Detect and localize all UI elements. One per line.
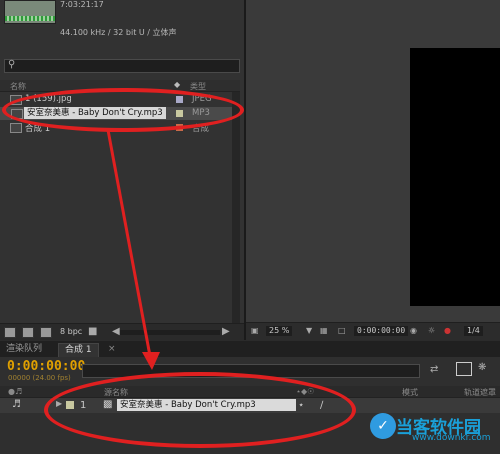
motion-blur-icon[interactable]: ❋ — [478, 362, 486, 373]
project-scrollbar[interactable] — [232, 92, 240, 324]
composition-icon — [10, 123, 22, 133]
new-composition-icon[interactable] — [40, 327, 52, 338]
label-tag-icon: ◆ — [174, 80, 181, 89]
timeline-search-input[interactable] — [82, 364, 420, 378]
horizontal-scrollbar[interactable] — [120, 330, 220, 335]
tab-render-queue[interactable]: 渲染队列 — [6, 343, 42, 356]
frame-rate-info: 00000 (24.00 fps) — [8, 374, 71, 382]
shy-switch-icon[interactable]: ⋆ — [298, 400, 304, 411]
viewer-footer: ▣ 25 % ▼ ▦ □ 0:00:00:00 ◉ ☼ ● 1/4 — [246, 322, 500, 340]
camera-icon[interactable]: ◉ — [410, 326, 417, 336]
switches-icon[interactable]: ⋆◆☉ — [296, 387, 314, 396]
close-icon[interactable]: × — [108, 343, 116, 356]
column-source-name[interactable]: 源名称 — [104, 387, 128, 398]
column-name[interactable]: 名称 — [10, 81, 26, 92]
scroll-right-icon[interactable]: ▶ — [222, 326, 230, 337]
timeline-tab-bar: 渲染队列 合成 1 × — [0, 341, 500, 358]
watermark-url: www.downkr.com — [412, 433, 491, 443]
label-color-swatch[interactable] — [176, 124, 183, 131]
column-mode[interactable]: 模式 — [402, 387, 418, 398]
quality-switch-icon[interactable]: ∕ — [320, 400, 323, 411]
item-name: 1 (159).jpg — [25, 94, 72, 104]
footage-thumbnail — [4, 0, 56, 24]
show-channel-icon[interactable]: ☼ — [428, 326, 435, 336]
region-icon[interactable]: □ — [338, 326, 346, 336]
footage-audio-info: 44.100 kHz / 32 bit U / 立体声 — [60, 28, 177, 37]
bit-depth-button[interactable]: 8 bpc — [60, 327, 82, 336]
interpret-footage-icon[interactable] — [4, 327, 16, 338]
draft-3d-icon[interactable] — [456, 362, 472, 376]
trash-icon[interactable]: ■ — [88, 326, 97, 337]
label-color-swatch[interactable] — [176, 110, 183, 117]
av-features-icon[interactable]: ●♬ — [8, 387, 22, 396]
footage-duration: 7:03:21:17 — [60, 0, 104, 9]
viewer-time-field[interactable]: 0:00:00:00 — [354, 326, 409, 336]
scroll-left-icon[interactable]: ◀ — [112, 326, 120, 337]
layer-index: 1 — [80, 400, 87, 411]
color-channel-icon[interactable]: ● — [444, 326, 451, 336]
item-type: MP3 — [192, 108, 210, 118]
column-trkmat[interactable]: 轨道遮罩 — [464, 387, 496, 398]
project-panel — [0, 0, 246, 340]
audio-file-icon: ▩ — [103, 399, 113, 410]
item-type: 合成 — [192, 124, 210, 134]
layer-name[interactable]: 安室奈美惠 - Baby Don't Cry.mp3 — [117, 399, 296, 411]
label-color-swatch[interactable] — [176, 96, 183, 103]
composition-mini-flowchart-icon[interactable]: ⇄ — [430, 364, 438, 375]
search-icon: ⚲ — [8, 59, 16, 70]
label-color-swatch[interactable] — [66, 401, 74, 409]
project-item-mp3[interactable]: 安室奈美惠 - Baby Don't Cry.mp3 MP3 — [0, 107, 240, 120]
project-item-jpg[interactable]: 1 (159).jpg JPEG — [0, 93, 240, 106]
zoom-select[interactable]: 25 % — [266, 326, 293, 336]
audio-toggle-icon[interactable]: ♬ — [12, 399, 21, 410]
safe-zones-icon[interactable]: ▦ — [320, 326, 328, 336]
timeline-column-header: ●♬ 源名称 ⋆◆☉ 模式 轨道遮罩 — [0, 386, 500, 398]
item-type: JPEG — [192, 94, 212, 104]
expand-triangle-icon[interactable]: ▶ — [56, 399, 62, 408]
item-name: 安室奈美惠 - Baby Don't Cry.mp3 — [24, 107, 166, 119]
image-file-icon — [10, 95, 22, 105]
new-folder-icon[interactable] — [22, 327, 34, 338]
project-column-header: 名称 ◆ 类型 — [0, 80, 240, 92]
project-footer: 8 bpc ■ ◀ ▶ — [0, 323, 244, 340]
project-item-comp[interactable]: 合成 1 合成 — [0, 121, 240, 134]
audio-file-icon — [11, 109, 23, 119]
watermark-logo: ✓ — [370, 413, 396, 439]
tab-composition[interactable]: 合成 1 — [58, 343, 99, 357]
composition-canvas[interactable] — [410, 48, 500, 306]
project-search-input[interactable]: ⚲ — [4, 59, 240, 73]
item-name: 合成 1 — [25, 124, 51, 134]
monitor-icon[interactable]: ▣ — [251, 326, 259, 336]
chevron-down-icon[interactable]: ▼ — [306, 326, 312, 336]
current-time[interactable]: 0:00:00:00 — [7, 359, 85, 374]
column-type[interactable]: 类型 — [190, 81, 206, 92]
resolution-select[interactable]: 1/4 — [464, 326, 483, 336]
